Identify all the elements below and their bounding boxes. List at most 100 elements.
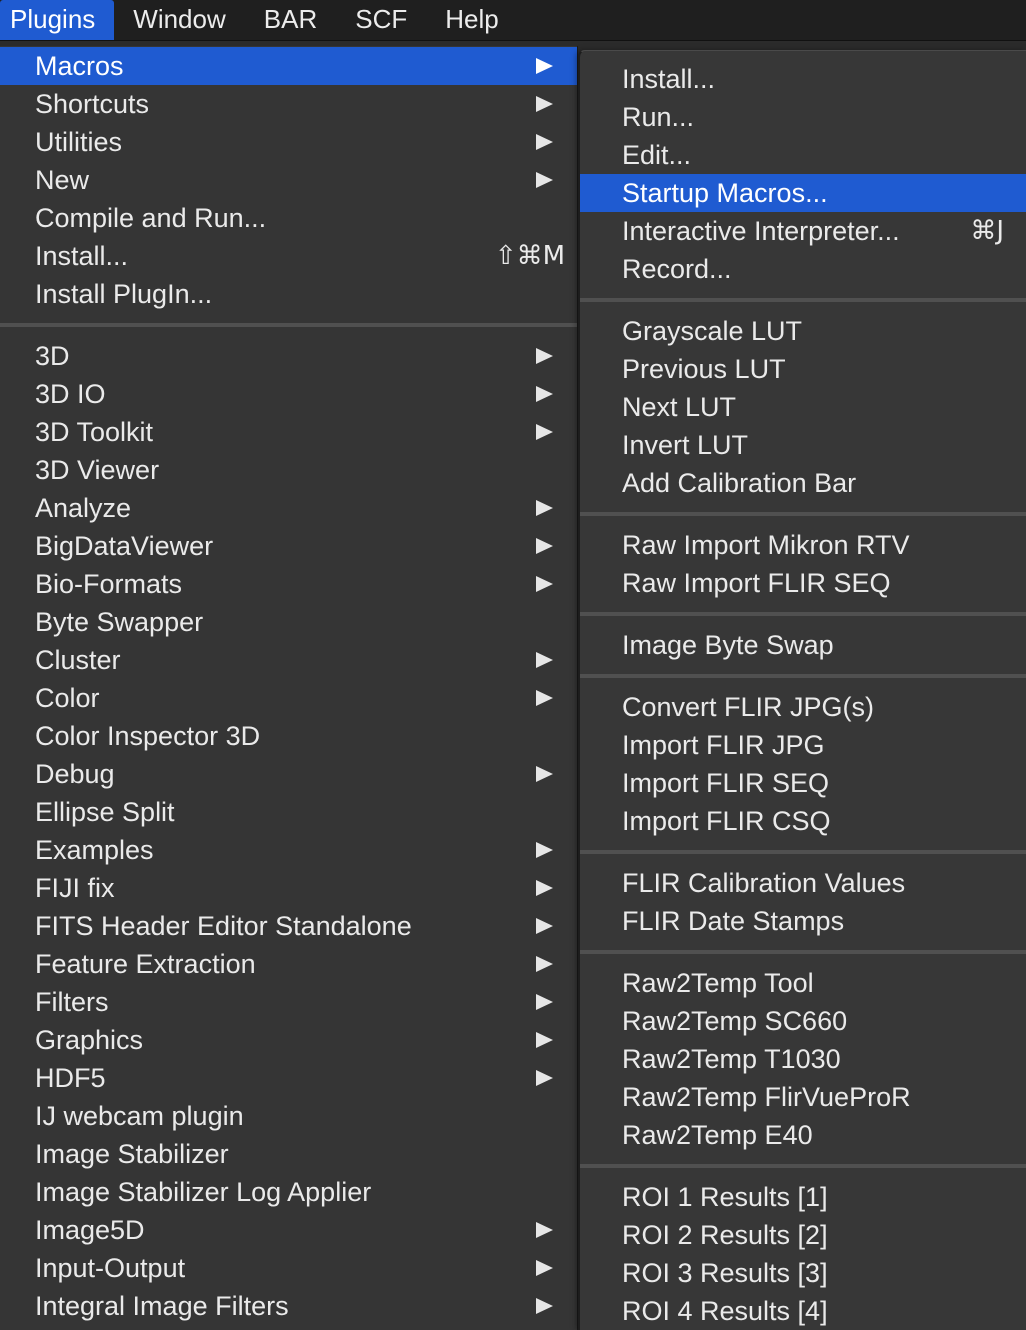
plugins-item-3d-toolkit[interactable]: 3D Toolkit	[0, 413, 577, 451]
menu-item-label: Record...	[622, 254, 732, 284]
menu-item-label: Next LUT	[622, 392, 737, 422]
plugins-item-integral-image-filters[interactable]: Integral Image Filters	[0, 1287, 577, 1325]
plugins-item-macros[interactable]: Macros	[0, 47, 577, 85]
macros-item-edit[interactable]: Edit...	[580, 136, 1026, 174]
plugins-item-ij-webcam-plugin[interactable]: IJ webcam plugin	[0, 1097, 577, 1135]
macros-item-install[interactable]: Install...	[580, 60, 1026, 98]
macros-item-import-flir-seq[interactable]: Import FLIR SEQ	[580, 764, 1026, 802]
plugins-item-byte-swapper[interactable]: Byte Swapper	[0, 603, 577, 641]
plugins-item-input-output[interactable]: Input-Output	[0, 1249, 577, 1287]
menubar-item-plugins[interactable]: Plugins	[0, 0, 115, 40]
plugins-item-examples[interactable]: Examples	[0, 831, 577, 869]
plugins-item-color[interactable]: Color	[0, 679, 577, 717]
menu-item-label: Run...	[622, 102, 695, 132]
plugins-item-image-stabilizer-log-applier[interactable]: Image Stabilizer Log Applier	[0, 1173, 577, 1211]
menubar-item-scf[interactable]: SCF	[336, 0, 426, 40]
menu-separator	[0, 323, 577, 327]
menu-item-label: FIJI fix	[35, 873, 115, 903]
submenu-arrow-icon	[536, 348, 553, 364]
macros-item-record[interactable]: Record...	[580, 250, 1026, 288]
menu-item-label: 3D IO	[35, 379, 106, 409]
macros-item-roi-2-results-2[interactable]: ROI 2 Results [2]	[580, 1216, 1026, 1254]
menu-item-label: Color Inspector 3D	[35, 721, 261, 751]
keyboard-shortcut: ⌘J	[970, 216, 1004, 246]
macros-item-raw2temp-flirvuepror[interactable]: Raw2Temp FlirVueProR	[580, 1078, 1026, 1116]
macros-item-roi-3-results-3[interactable]: ROI 3 Results [3]	[580, 1254, 1026, 1292]
menu-item-label: Invert LUT	[622, 430, 749, 460]
macros-item-import-flir-csq[interactable]: Import FLIR CSQ	[580, 802, 1026, 840]
macros-item-startup-macros[interactable]: Startup Macros...	[580, 174, 1026, 212]
menu-item-label: Cluster	[35, 645, 121, 675]
menu-item-label: Raw2Temp T1030	[622, 1044, 841, 1074]
macros-item-roi-1-results-1[interactable]: ROI 1 Results [1]	[580, 1178, 1026, 1216]
plugins-item-new[interactable]: New	[0, 161, 577, 199]
macros-item-grayscale-lut[interactable]: Grayscale LUT	[580, 312, 1026, 350]
plugins-item-bigdataviewer[interactable]: BigDataViewer	[0, 527, 577, 565]
macros-item-flir-date-stamps[interactable]: FLIR Date Stamps	[580, 902, 1026, 940]
menu-item-label: Image Stabilizer Log Applier	[35, 1177, 372, 1207]
plugins-item-color-inspector-3d[interactable]: Color Inspector 3D	[0, 717, 577, 755]
plugins-item-hdf5[interactable]: HDF5	[0, 1059, 577, 1097]
menu-item-label: New	[35, 165, 90, 195]
macros-item-previous-lut[interactable]: Previous LUT	[580, 350, 1026, 388]
plugins-item-fits-header-editor-standalone[interactable]: FITS Header Editor Standalone	[0, 907, 577, 945]
plugins-item-debug[interactable]: Debug	[0, 755, 577, 793]
menu-item-label: Raw2Temp Tool	[622, 968, 814, 998]
macros-item-raw2temp-e40[interactable]: Raw2Temp E40	[580, 1116, 1026, 1154]
macros-item-run[interactable]: Run...	[580, 98, 1026, 136]
plugins-item-3d-io[interactable]: 3D IO	[0, 375, 577, 413]
macros-item-raw2temp-sc660[interactable]: Raw2Temp SC660	[580, 1002, 1026, 1040]
macros-item-next-lut[interactable]: Next LUT	[580, 388, 1026, 426]
menu-item-label: Examples	[35, 835, 154, 865]
plugins-item-graphics[interactable]: Graphics	[0, 1021, 577, 1059]
macros-item-image-byte-swap[interactable]: Image Byte Swap	[580, 626, 1026, 664]
menubar-item-bar[interactable]: BAR	[245, 0, 336, 40]
macros-item-raw-import-mikron-rtv[interactable]: Raw Import Mikron RTV	[580, 526, 1026, 564]
macros-item-raw2temp-tool[interactable]: Raw2Temp Tool	[580, 964, 1026, 1002]
menu-separator	[580, 1164, 1026, 1168]
menu-item-label: FLIR Date Stamps	[622, 906, 845, 936]
plugins-item-image5d[interactable]: Image5D	[0, 1211, 577, 1249]
plugins-item-install-plugin[interactable]: Install PlugIn...	[0, 275, 577, 313]
menu-item-label: ROI 1 Results [1]	[622, 1182, 828, 1212]
macros-item-raw2temp-t1030[interactable]: Raw2Temp T1030	[580, 1040, 1026, 1078]
macros-item-raw-import-flir-seq[interactable]: Raw Import FLIR SEQ	[580, 564, 1026, 602]
plugins-item-feature-extraction[interactable]: Feature Extraction	[0, 945, 577, 983]
submenu-arrow-icon	[536, 538, 553, 554]
menu-item-label: Add Calibration Bar	[622, 468, 857, 498]
macros-item-flir-calibration-values[interactable]: FLIR Calibration Values	[580, 864, 1026, 902]
menu-item-label: IJ webcam plugin	[35, 1101, 244, 1131]
plugins-item-fiji-fix[interactable]: FIJI fix	[0, 869, 577, 907]
menu-item-label: Graphics	[35, 1025, 144, 1055]
menu-separator	[580, 674, 1026, 678]
submenu-arrow-icon	[536, 424, 553, 440]
plugins-item-utilities[interactable]: Utilities	[0, 123, 577, 161]
menu-item-label: 3D	[35, 341, 70, 371]
macros-item-roi-4-results-4[interactable]: ROI 4 Results [4]	[580, 1292, 1026, 1330]
plugins-item-bio-formats[interactable]: Bio-Formats	[0, 565, 577, 603]
macros-item-convert-flir-jpg-s[interactable]: Convert FLIR JPG(s)	[580, 688, 1026, 726]
menu-item-label: Install PlugIn...	[35, 279, 213, 309]
menu-item-label: Analyze	[35, 493, 132, 523]
menu-item-label: Grayscale LUT	[622, 316, 803, 346]
plugins-item-image-stabilizer[interactable]: Image Stabilizer	[0, 1135, 577, 1173]
plugins-item-3d-viewer[interactable]: 3D Viewer	[0, 451, 577, 489]
macros-item-import-flir-jpg[interactable]: Import FLIR JPG	[580, 726, 1026, 764]
submenu-arrow-icon	[536, 842, 553, 858]
plugins-item-analyze[interactable]: Analyze	[0, 489, 577, 527]
submenu-arrow-icon	[536, 690, 553, 706]
menu-item-label: Input-Output	[35, 1253, 186, 1283]
plugins-item-cluster[interactable]: Cluster	[0, 641, 577, 679]
plugins-item-install[interactable]: Install... ⇧⌘M	[0, 237, 577, 275]
menubar-item-window[interactable]: Window	[114, 0, 244, 40]
menu-item-label: Edit...	[622, 140, 692, 170]
macros-item-invert-lut[interactable]: Invert LUT	[580, 426, 1026, 464]
plugins-item-shortcuts[interactable]: Shortcuts	[0, 85, 577, 123]
plugins-item-3d[interactable]: 3D	[0, 337, 577, 375]
menubar-item-help[interactable]: Help	[426, 0, 517, 40]
plugins-item-ellipse-split[interactable]: Ellipse Split	[0, 793, 577, 831]
plugins-item-filters[interactable]: Filters	[0, 983, 577, 1021]
plugins-item-compile-and-run[interactable]: Compile and Run...	[0, 199, 577, 237]
macros-item-add-calibration-bar[interactable]: Add Calibration Bar	[580, 464, 1026, 502]
macros-item-interactive-interpreter[interactable]: Interactive Interpreter... ⌘J	[580, 212, 1026, 250]
